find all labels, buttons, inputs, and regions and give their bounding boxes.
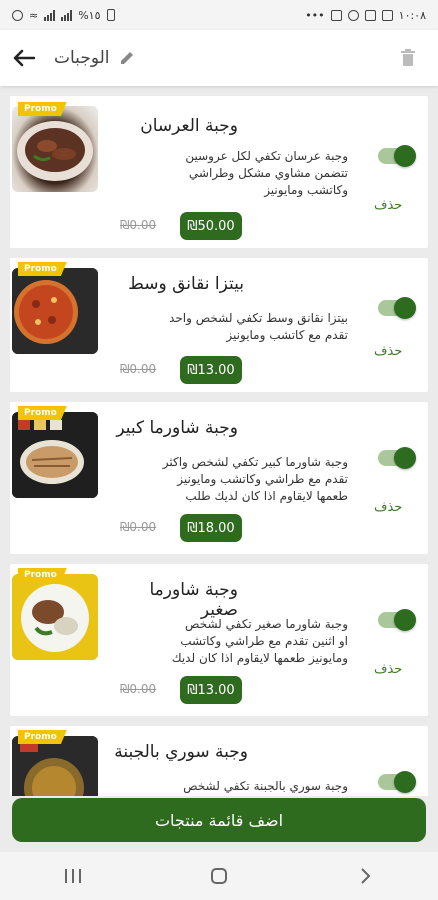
nav-back-icon	[361, 868, 371, 884]
status-dots: •••	[305, 8, 325, 22]
home-icon	[211, 868, 227, 884]
promo-badge: Promo	[18, 730, 67, 744]
item-desc-line: وجبة عرسان تكفي لكل عروسين	[185, 149, 348, 163]
delete-button[interactable]: حذف	[374, 198, 402, 213]
meal-image	[12, 736, 98, 796]
old-price: ₪0.00	[120, 520, 157, 534]
trash-icon	[401, 49, 415, 66]
recent-apps-icon	[65, 869, 81, 883]
delete-button[interactable]: حذف	[374, 500, 402, 515]
list-item[interactable]: Promo وجبة سوري بالجبنة وجبة سوري بالجبن…	[10, 726, 428, 796]
toggle-knob	[394, 771, 416, 793]
status-bar: ≈ %١٥ ••• ١٠:٠٨	[0, 0, 438, 30]
meal-image	[12, 574, 98, 660]
toggle-knob	[394, 609, 416, 631]
availability-toggle[interactable]	[378, 447, 416, 469]
signal-icon-2	[61, 9, 73, 21]
item-desc: وجبة سوري بالجبنة تكفي لشخص	[108, 778, 348, 795]
meal-image-art	[17, 121, 93, 181]
price-button[interactable]: ₪50.00	[180, 212, 242, 240]
battery-text: %١٥	[78, 8, 101, 22]
item-desc-line: طعمها لايقاوم اذا كان لديك طلب	[185, 489, 348, 503]
list-item[interactable]: Promo وجبة العرسان وجبة عرسان تكفي لكل ع…	[10, 96, 428, 248]
promo-badge: Promo	[18, 102, 67, 116]
edit-title-button[interactable]	[118, 49, 136, 67]
status-time: ١٠:٠٨	[398, 8, 426, 22]
arrow-left-icon	[13, 49, 35, 67]
item-title: وجبة سوري بالجبنة	[114, 742, 248, 762]
meal-image	[12, 106, 98, 192]
item-title: بيتزا نقانق وسط	[128, 274, 244, 294]
item-desc-line: ومايونيز طعمها لايقاوم اذا كان لديك	[171, 651, 348, 665]
item-desc-line: تقدم مع كاتشب ومايونيز	[226, 328, 348, 342]
app-bar: الوجبات	[0, 30, 438, 86]
availability-toggle[interactable]	[378, 771, 416, 793]
item-desc-line: وجبة شاورما كبير تكفي لشخص واكثر	[162, 455, 348, 469]
meal-image	[12, 412, 98, 498]
system-nav-bar	[0, 852, 438, 900]
wifi-icon: ≈	[29, 8, 39, 22]
meal-image-art	[12, 412, 98, 498]
item-desc-line: وجبة شاورما صغير تكفي لشخص	[185, 617, 348, 631]
add-product-list-button[interactable]: اضف قائمة منتجات	[12, 798, 426, 842]
price-button[interactable]: ₪13.00	[180, 676, 242, 704]
price-button[interactable]: ₪18.00	[180, 514, 242, 542]
old-price: ₪0.00	[120, 362, 157, 376]
toggle-knob	[394, 145, 416, 167]
list-item[interactable]: Promo وجبة شاورما كبير وجبة شاورما كبير …	[10, 402, 428, 554]
item-title: وجبة شاورما صغير	[149, 580, 239, 620]
meal-image-art	[12, 736, 98, 796]
page-title: الوجبات	[54, 48, 110, 68]
instagram-icon	[330, 9, 342, 21]
nav-back-button[interactable]	[345, 856, 385, 896]
promo-badge: Promo	[18, 406, 67, 420]
image-icon	[364, 9, 376, 21]
meal-image-art	[12, 268, 98, 354]
item-desc-line: وكاتشب ومايونيز	[264, 183, 348, 197]
old-price: ₪0.00	[120, 218, 157, 232]
battery-icon	[106, 9, 115, 21]
status-left: ≈ %١٥	[12, 9, 115, 22]
item-desc: وجبة عرسان تكفي لكل عروسين تتضمن مشاوي م…	[108, 148, 348, 199]
promo-badge: Promo	[18, 568, 67, 582]
home-button[interactable]	[199, 856, 239, 896]
list-item[interactable]: Promo وجبة شاورما صغير وجبة شاورما صغير …	[10, 564, 428, 716]
old-price: ₪0.00	[120, 682, 157, 696]
meal-image-art	[12, 574, 98, 660]
list-item[interactable]: Promo بيتزا نقانق وسط بيتزا نقانق وسط تك…	[10, 258, 428, 392]
item-desc-line: او اثنين تقدم مع طراشي وكاتشب	[180, 634, 348, 648]
availability-toggle[interactable]	[378, 297, 416, 319]
delete-all-button[interactable]	[396, 46, 420, 70]
item-desc-line: تقدم مع طراشي وكاتشب ومايونيز	[177, 472, 348, 486]
toggle-knob	[394, 297, 416, 319]
recent-apps-button[interactable]	[53, 856, 93, 896]
item-desc-line: وجبة سوري بالجبنة تكفي لشخص	[183, 779, 348, 793]
delete-button[interactable]: حذف	[374, 662, 402, 677]
photos-icon	[381, 9, 393, 21]
meal-image	[12, 268, 98, 354]
item-title: وجبة العرسان	[140, 116, 238, 136]
item-desc: وجبة شاورما كبير تكفي لشخص واكثر تقدم مع…	[108, 454, 348, 505]
item-desc-line: تتضمن مشاوي مشكل وطراشي	[188, 166, 348, 180]
availability-toggle[interactable]	[378, 145, 416, 167]
delete-button[interactable]: حذف	[374, 344, 402, 359]
price-button[interactable]: ₪13.00	[180, 356, 242, 384]
pencil-icon	[120, 52, 133, 64]
toggle-knob	[394, 447, 416, 469]
meal-list: Promo وجبة العرسان وجبة عرسان تكفي لكل ع…	[0, 96, 438, 796]
back-button[interactable]	[12, 46, 36, 70]
availability-toggle[interactable]	[378, 609, 416, 631]
signal-icon	[44, 9, 56, 21]
notification-icon	[347, 9, 359, 21]
item-desc-line: بيتزا نقانق وسط تكفي لشخص واحد	[169, 311, 348, 325]
item-desc: بيتزا نقانق وسط تكفي لشخص واحد تقدم مع ك…	[108, 310, 348, 344]
status-right: ••• ١٠:٠٨	[305, 9, 426, 22]
item-desc: وجبة شاورما صغير تكفي لشخص او اثنين تقدم…	[108, 616, 348, 667]
promo-badge: Promo	[18, 262, 67, 276]
alarm-icon	[12, 9, 23, 21]
item-title: وجبة شاورما كبير	[116, 418, 238, 438]
